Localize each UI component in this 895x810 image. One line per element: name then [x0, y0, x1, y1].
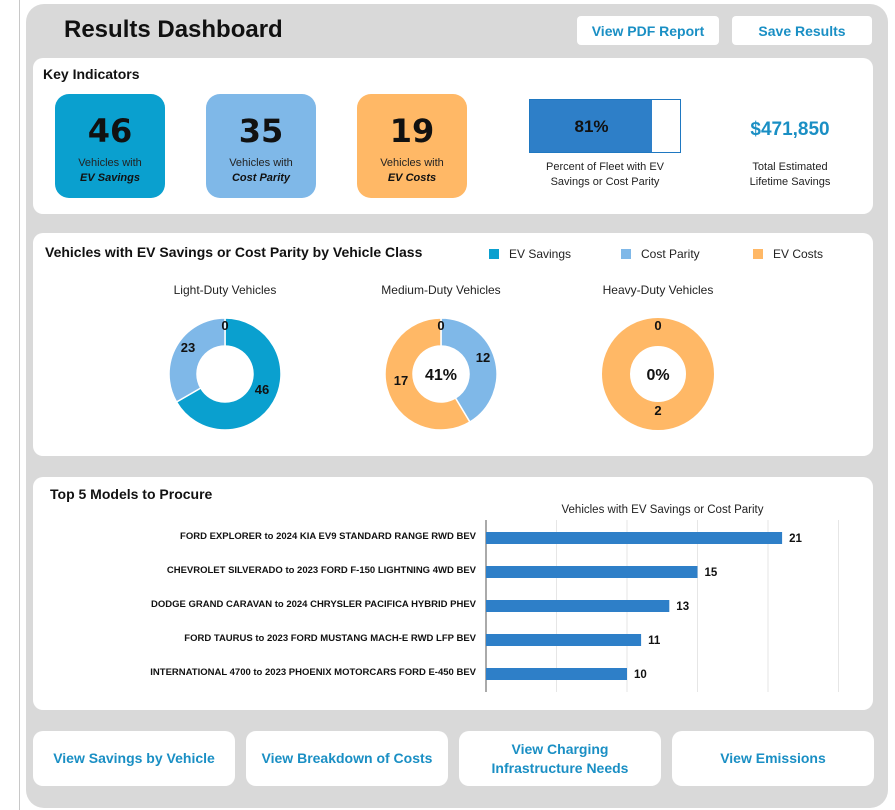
- charging-button-line2: Infrastructure Needs: [491, 759, 629, 776]
- bar-value-label: 11: [648, 635, 661, 647]
- bar-mark: [486, 532, 783, 544]
- bar-mark: [486, 600, 670, 612]
- bar-value-label: 10: [634, 669, 647, 681]
- charging-button-line1: View Charging: [511, 740, 609, 757]
- bar-mark: [486, 566, 698, 578]
- view-savings-by-vehicle-button[interactable]: View Savings by Vehicle: [33, 731, 235, 786]
- view-emissions-button[interactable]: View Emissions: [672, 731, 874, 786]
- bar-mark: [486, 634, 642, 646]
- bar-value-label: 13: [676, 601, 689, 613]
- bar-mark: [486, 668, 627, 680]
- view-breakdown-of-costs-button[interactable]: View Breakdown of Costs: [246, 731, 448, 786]
- bar-value-label: 15: [705, 567, 718, 579]
- bar-value-label: 21: [789, 533, 802, 545]
- top-models-bar-chart: 21 15 13 11 10: [485, 520, 839, 692]
- view-charging-infrastructure-button[interactable]: View Charging Infrastructure Needs: [459, 731, 661, 786]
